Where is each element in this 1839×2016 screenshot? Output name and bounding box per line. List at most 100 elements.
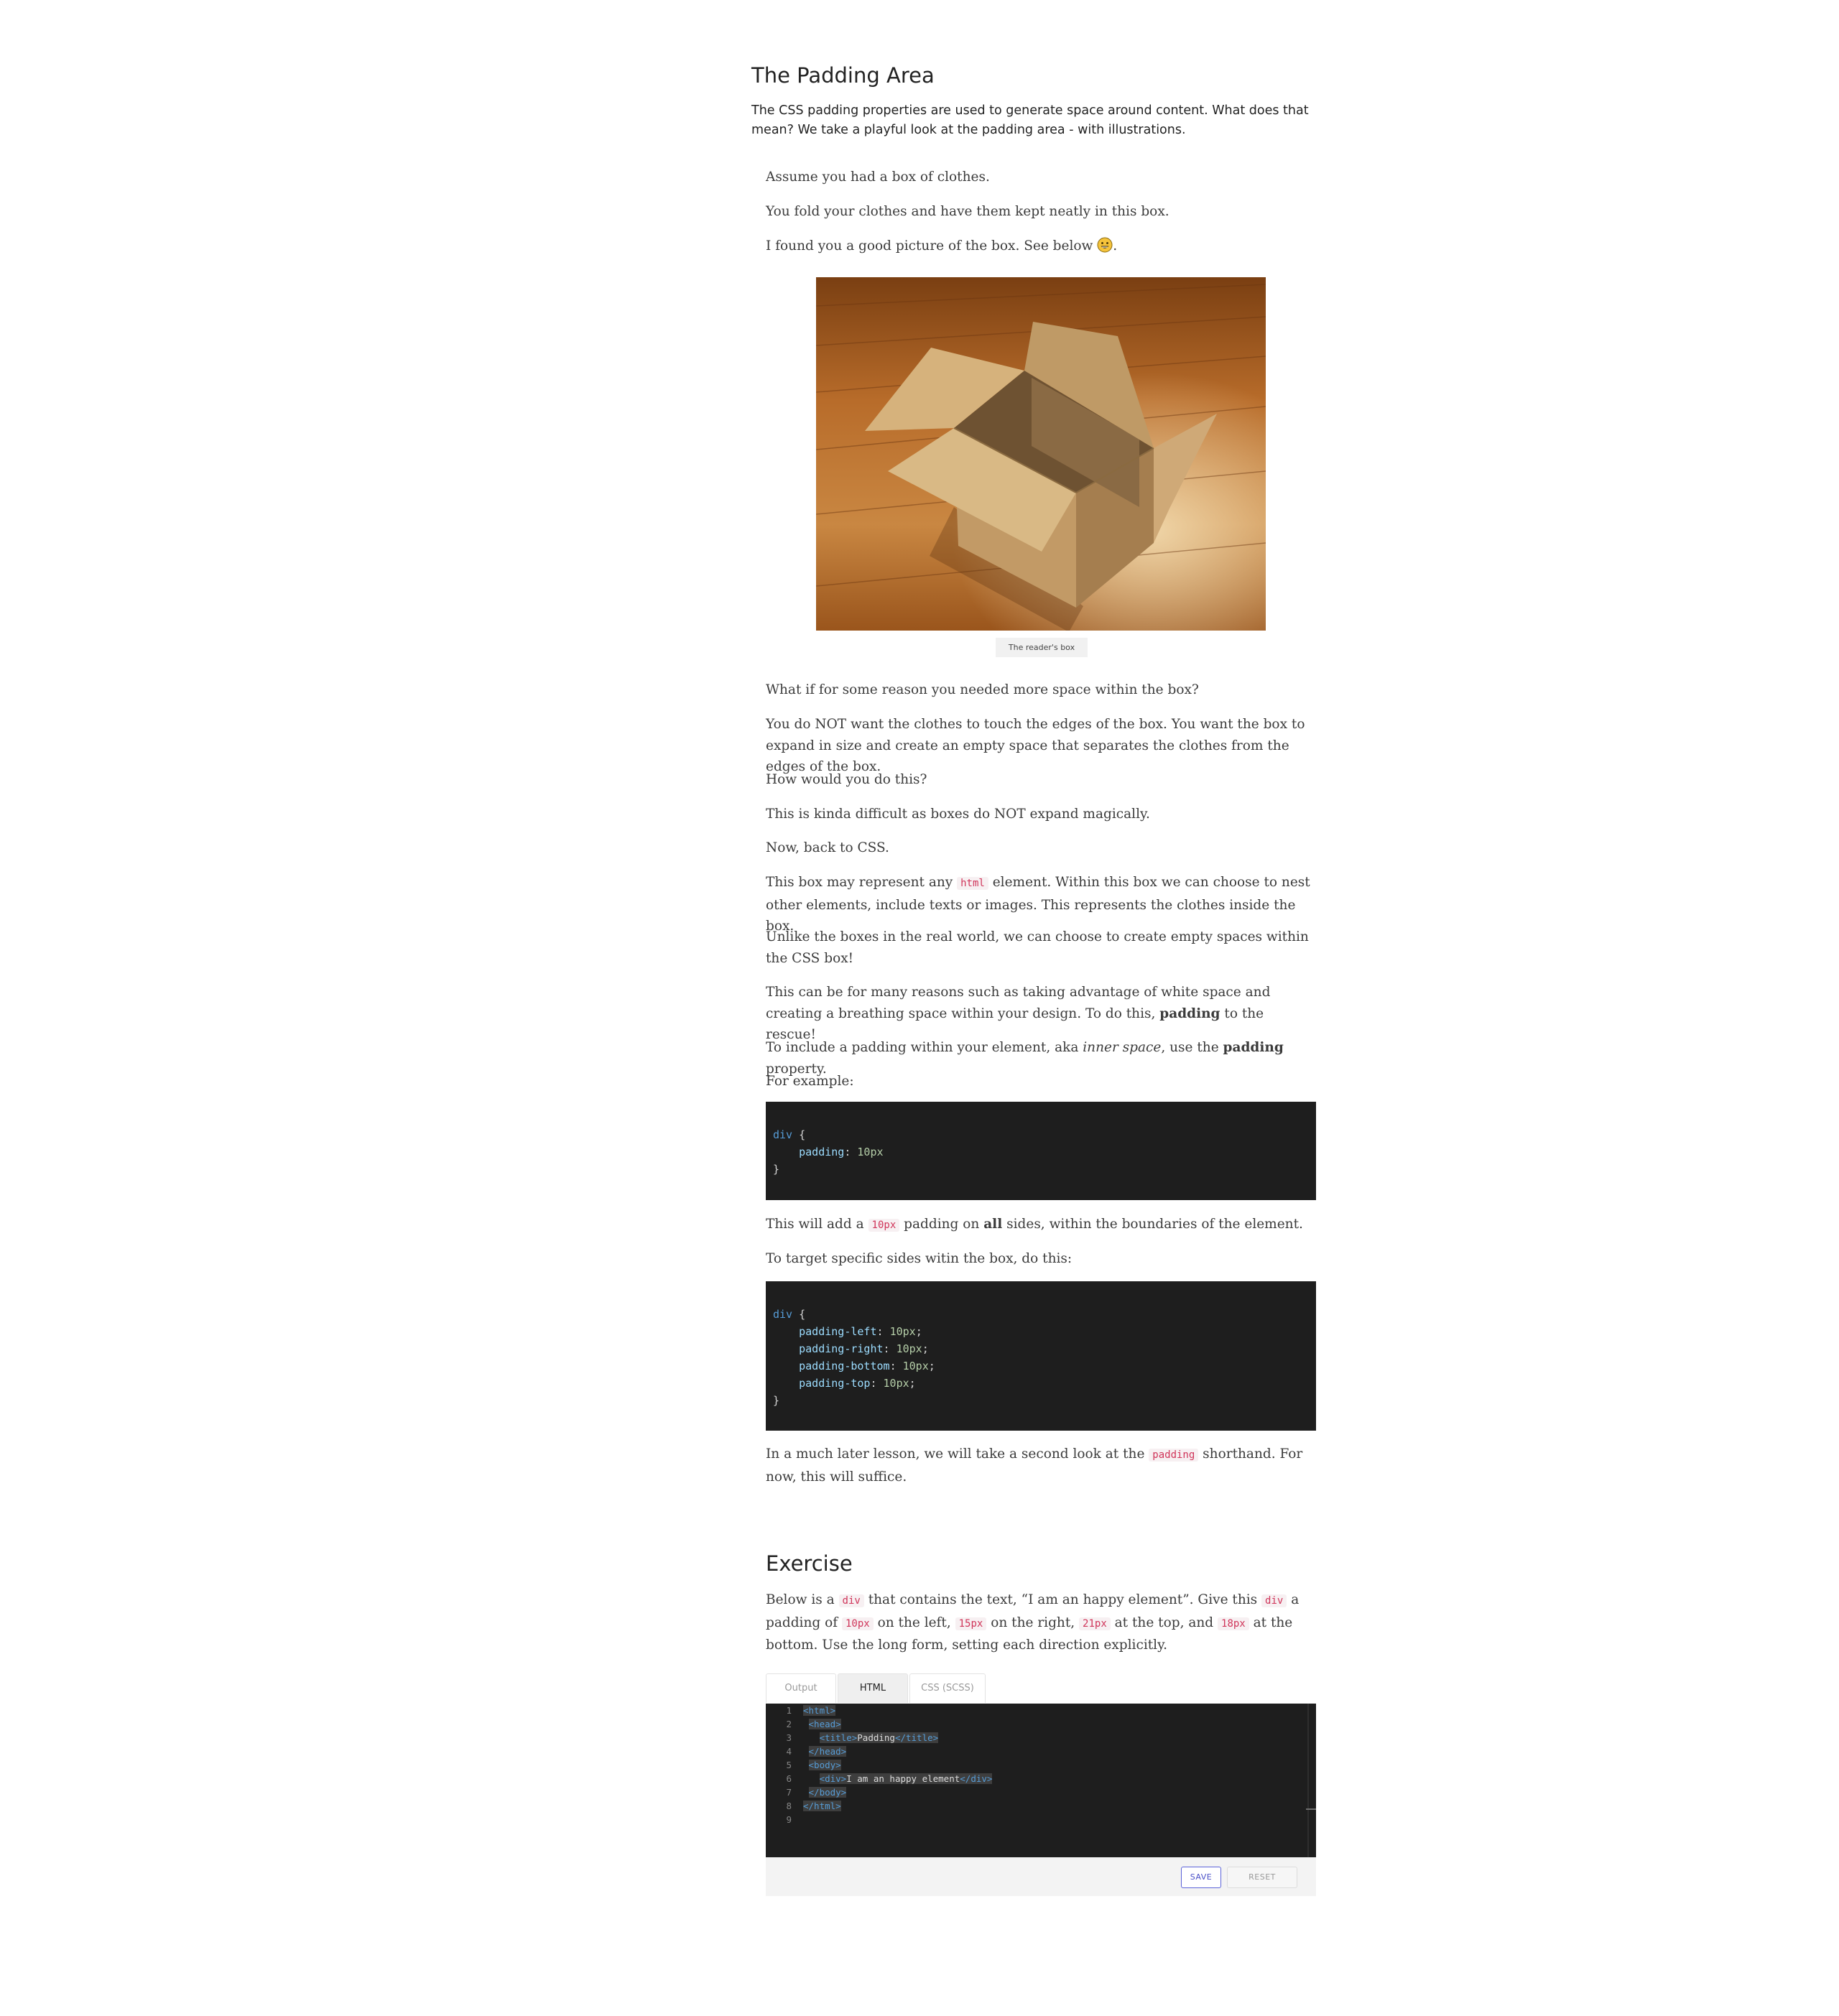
text-run: , use the — [1161, 1040, 1223, 1055]
inline-code: 15px — [955, 1617, 987, 1630]
exercise-title: Exercise — [766, 1551, 853, 1576]
code-selector: div — [773, 1308, 793, 1321]
code-value: 10px — [883, 1377, 909, 1390]
line-number: 2 — [786, 1719, 792, 1729]
text-run: In a much later lesson, we will take a s… — [766, 1446, 1149, 1462]
editor-line: </head> — [803, 1745, 847, 1758]
bold-text: padding — [1159, 1005, 1220, 1021]
italic-text: inner space — [1083, 1040, 1162, 1055]
text-run: on the left, — [873, 1615, 955, 1630]
inline-code: html — [957, 877, 988, 890]
text-run: that contains the text, “I am an happy e… — [863, 1592, 1262, 1607]
paragraph: In a much later lesson, we will take a s… — [766, 1444, 1316, 1487]
inline-code: 18px — [1218, 1617, 1249, 1630]
code-line: } — [773, 1161, 779, 1178]
text-run: sides, within the boundaries of the elem… — [1002, 1217, 1303, 1232]
code-colon: : — [844, 1146, 858, 1158]
text-run: on the right, — [986, 1615, 1080, 1630]
html-tag: <body> — [808, 1760, 841, 1770]
editor-line: </body> — [803, 1785, 847, 1799]
figure-caption: The reader's box — [996, 638, 1088, 657]
text-run: Below is a — [766, 1592, 839, 1607]
tab-output[interactable]: Output — [766, 1673, 836, 1703]
code-line: div { — [773, 1126, 805, 1143]
line-number: 7 — [786, 1787, 792, 1798]
editor-scrollbar[interactable] — [1307, 1704, 1309, 1857]
html-tag: </html> — [803, 1801, 841, 1811]
code-brace: { — [792, 1308, 806, 1321]
inline-code: 10px — [868, 1219, 900, 1232]
paragraph: Unlike the boxes in the real world, we c… — [766, 929, 1309, 966]
paragraph: For example: — [766, 1074, 854, 1089]
paragraph: Now, back to CSS. — [766, 840, 889, 855]
tab-css-scss[interactable]: CSS (SCSS) — [909, 1673, 986, 1703]
inline-code: 10px — [841, 1617, 874, 1630]
code-property: padding-bottom — [799, 1360, 890, 1372]
article-page: The Padding Area The CSS padding propert… — [0, 0, 1839, 2016]
editor-line: <div>I am an happy element</div> — [803, 1772, 993, 1785]
editor-line: <head> — [803, 1717, 841, 1731]
text-run: This will add a — [766, 1217, 868, 1232]
paragraph: You fold your clothes and have them kept… — [766, 204, 1169, 219]
editor-scroll-marker — [1306, 1808, 1316, 1810]
cardboard-box-image — [815, 277, 1266, 632]
code-block-padding: div { padding: 10px } — [766, 1102, 1316, 1200]
tab-html[interactable]: HTML — [838, 1673, 908, 1703]
text-run: To include a padding within your element… — [766, 1040, 1083, 1055]
html-tag: </head> — [808, 1746, 847, 1757]
html-tag: <html> — [803, 1705, 836, 1716]
editor-footer: SAVE RESET — [766, 1857, 1316, 1896]
text-run: at the top, and — [1110, 1615, 1218, 1630]
html-tag: </body> — [808, 1787, 847, 1798]
code-brace: { — [792, 1128, 806, 1141]
reset-button[interactable]: RESET — [1227, 1867, 1297, 1888]
html-tag: <title> — [819, 1732, 858, 1743]
line-number: 1 — [786, 1705, 792, 1716]
code-value: 10px — [889, 1325, 916, 1338]
paragraph: Assume you had a box of clothes. — [766, 169, 990, 185]
inline-code: padding — [1149, 1449, 1199, 1462]
text-run: This box may represent any — [766, 875, 958, 890]
inline-code: div — [1261, 1594, 1287, 1607]
bold-text: all — [983, 1217, 1003, 1232]
line-number: 8 — [786, 1801, 792, 1811]
html-tag: </div> — [960, 1773, 993, 1784]
code-value: 10px — [902, 1360, 929, 1372]
line-number: 5 — [786, 1760, 792, 1770]
html-code-editor[interactable]: 1 2 3 4 5 6 7 8 9 <html> <head> <title>P… — [766, 1704, 1316, 1857]
line-number: 3 — [786, 1732, 792, 1743]
save-button[interactable]: SAVE — [1181, 1867, 1221, 1888]
line-number: 9 — [786, 1814, 792, 1825]
code-line: padding-right: 10px; — [799, 1342, 929, 1355]
html-tag: <div> — [819, 1773, 847, 1784]
box-photo — [815, 277, 1266, 632]
paragraph: This can be for many reasons such as tak… — [766, 982, 1316, 1046]
paragraph: This is kinda difficult as boxes do NOT … — [766, 807, 1150, 822]
paragraph-text: I found you a good picture of the box. S… — [766, 238, 1093, 254]
code-brace: } — [773, 1163, 780, 1176]
code-property: padding — [799, 1146, 845, 1158]
paragraph: This will add a 10px padding on all side… — [766, 1214, 1316, 1237]
inline-code: div — [838, 1594, 864, 1607]
paragraph: To target specific sides witin the box, … — [766, 1251, 1073, 1266]
bold-text: padding — [1223, 1040, 1284, 1055]
code-value: 10px — [857, 1146, 884, 1158]
code-brace: } — [773, 1394, 780, 1407]
code-property: padding-left — [799, 1325, 877, 1338]
html-tag: </title> — [894, 1732, 939, 1743]
code-property: padding-right — [799, 1342, 884, 1355]
code-property: padding-top — [799, 1377, 871, 1390]
code-line: padding-bottom: 10px; — [799, 1360, 935, 1372]
code-value: 10px — [896, 1342, 922, 1355]
code-selector: div — [773, 1128, 793, 1141]
line-number: 4 — [786, 1746, 792, 1757]
page-subtitle: The CSS padding properties are used to g… — [751, 103, 1309, 137]
paragraph: You do NOT want the clothes to touch the… — [766, 717, 1305, 774]
text-run: padding on — [899, 1217, 984, 1232]
editor-line: <title>Padding</title> — [803, 1731, 939, 1745]
code-line: div { — [773, 1306, 805, 1323]
inline-code: 21px — [1079, 1617, 1111, 1630]
grinning-face-icon — [1097, 237, 1113, 253]
code-line: } — [773, 1392, 779, 1409]
editor-tabs: Output HTML CSS (SCSS) — [766, 1673, 1316, 1704]
